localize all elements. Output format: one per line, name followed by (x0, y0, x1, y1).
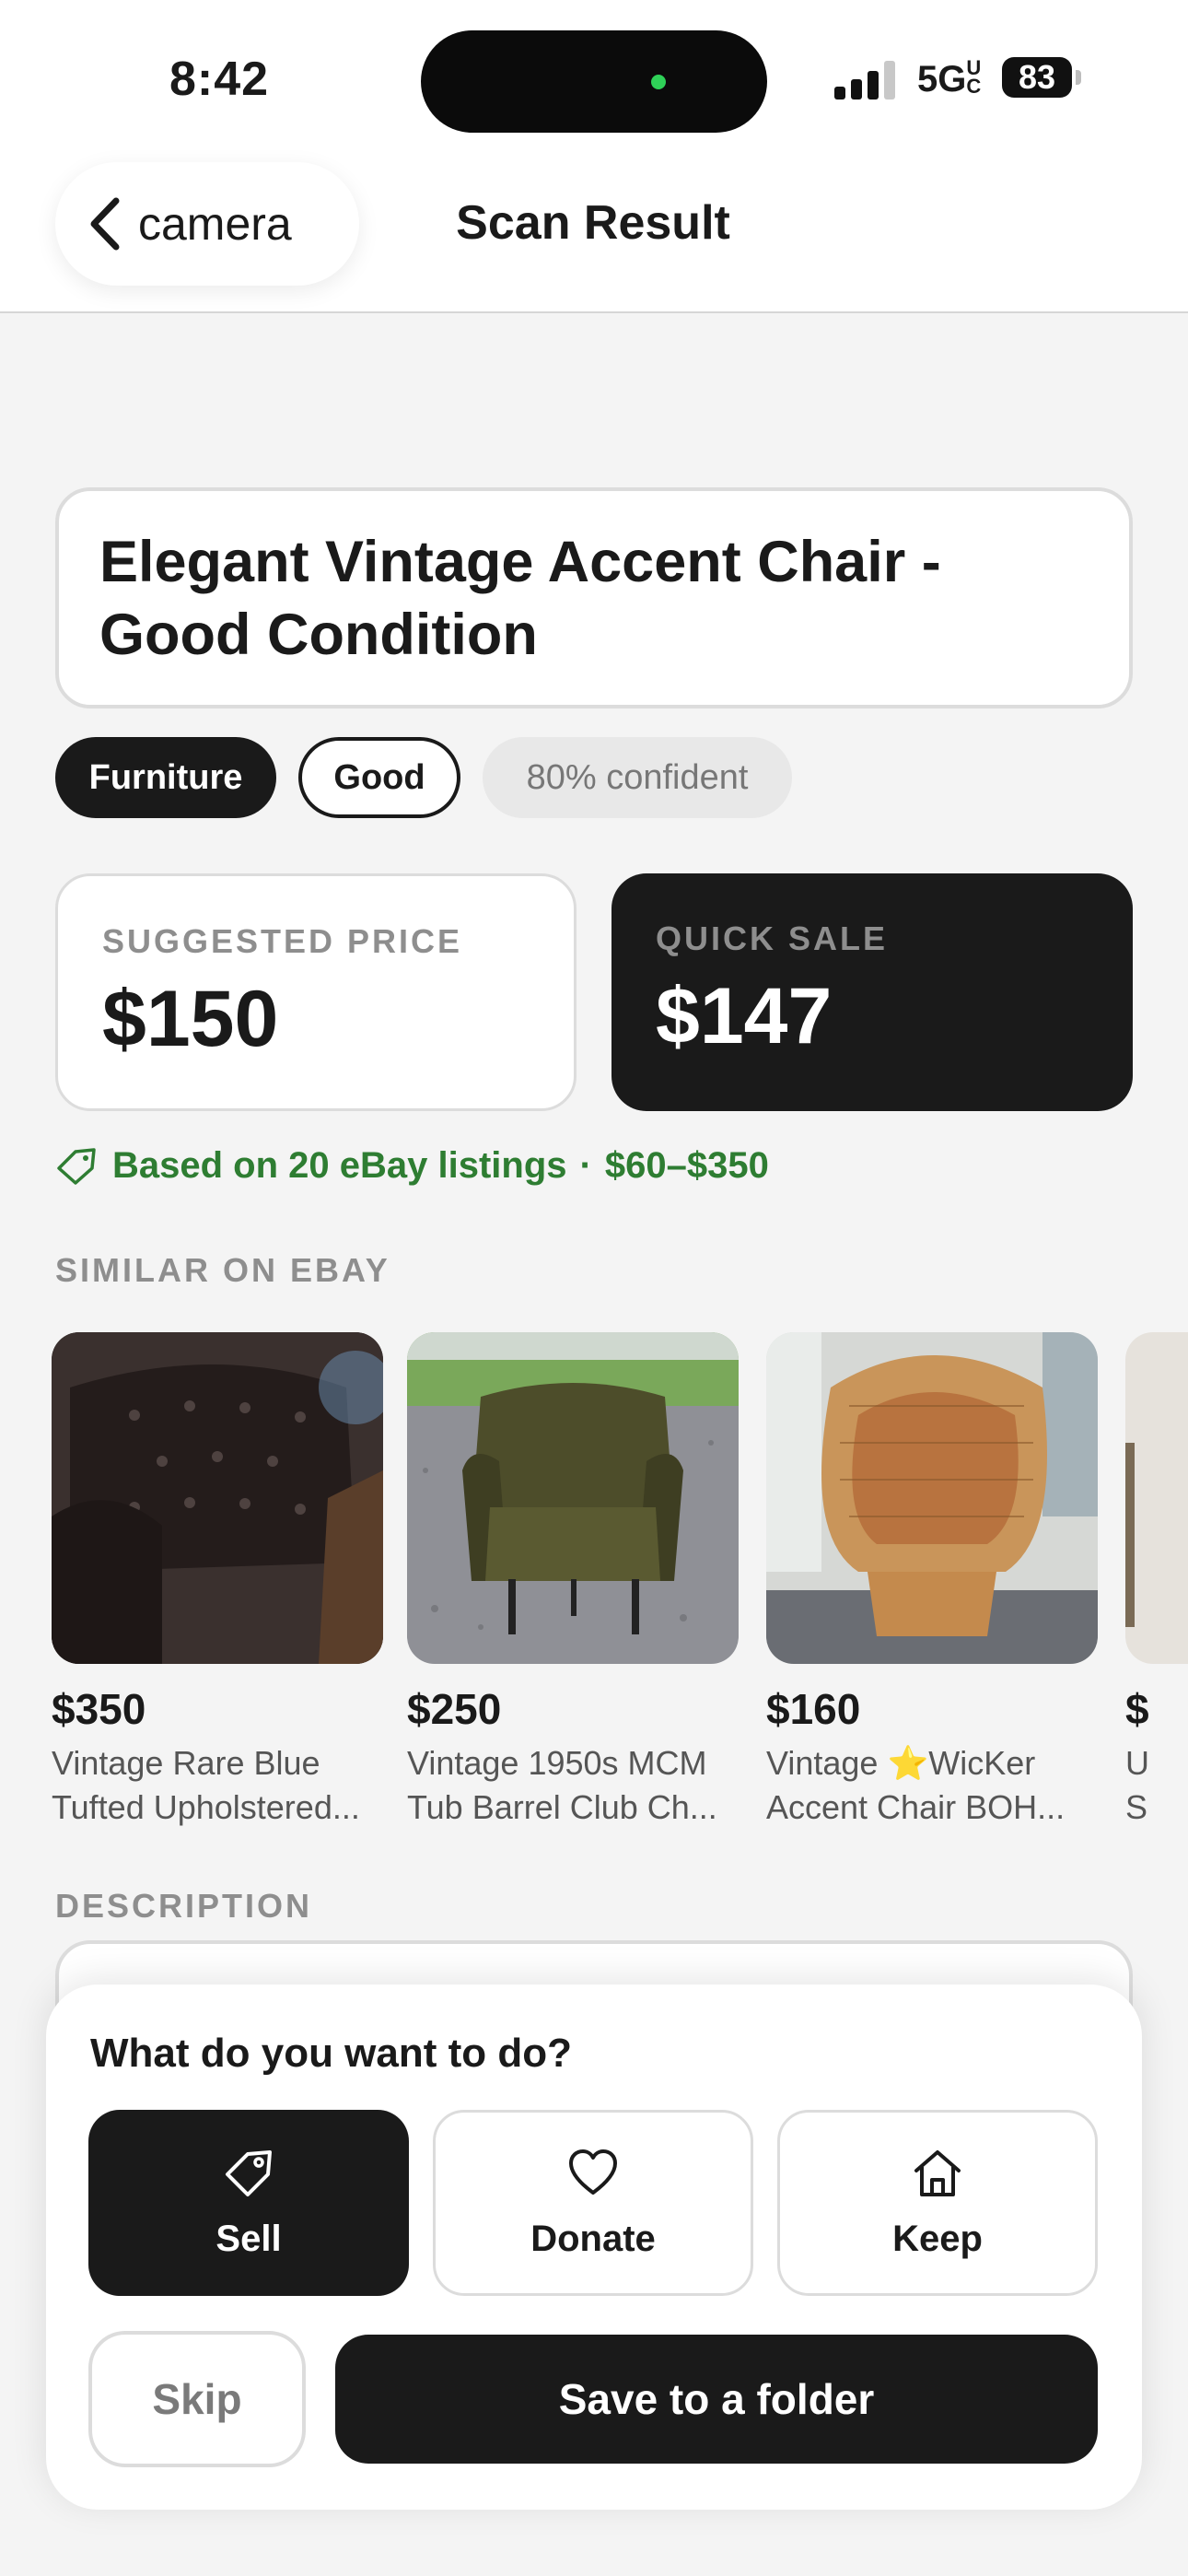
listing-title-line: S (1125, 1788, 1148, 1826)
listing-title-line: Vintage ⭐️WicKer (766, 1744, 1036, 1782)
save-to-folder-button[interactable]: Save to a folder (335, 2335, 1098, 2464)
sheet-title: What do you want to do? (90, 2031, 573, 2076)
status-time: 8:42 (169, 53, 270, 106)
listing-title-line: Tub Barrel Club Ch... (407, 1788, 717, 1826)
listing-image-wicker-chair (766, 1332, 1098, 1664)
listing-image-leather-wingback-chair (52, 1332, 383, 1664)
tag-icon (57, 1148, 96, 1185)
listing-card[interactable]: $ U S (1125, 1332, 1188, 1830)
confidence-badge: 80% confident (483, 737, 792, 818)
listing-card[interactable]: $350 Vintage Rare Blue Tufted Upholstere… (52, 1332, 383, 1830)
separator-dot: · (579, 1144, 592, 1186)
network-type: 5GUC (917, 56, 982, 100)
quick-sale-value: $147 (656, 972, 833, 1060)
status-bar: 8:42 5GUC 83 (0, 0, 1188, 147)
keep-button[interactable]: Keep (777, 2110, 1098, 2296)
listing-price: $250 (407, 1685, 502, 1733)
listing-price: $350 (52, 1685, 146, 1733)
listing-image-partial (1125, 1332, 1188, 1664)
page-title: Scan Result (456, 196, 730, 250)
heart-icon (569, 2149, 617, 2195)
battery-icon: 83 (1002, 57, 1072, 98)
listing-title-line: Vintage 1950s MCM (407, 1744, 707, 1782)
listing-title-line: U (1125, 1744, 1149, 1782)
ebay-pricing-info: Based on 20 eBay listings · $60–$350 (55, 1142, 769, 1188)
battery-cap (1076, 70, 1081, 85)
dynamic-island (421, 30, 767, 133)
item-title-card[interactable]: Elegant Vintage Accent Chair - Good Cond… (55, 487, 1133, 708)
skip-button[interactable]: Skip (88, 2331, 306, 2467)
quick-sale-card[interactable]: QUICK SALE $147 (611, 873, 1133, 1111)
nav-bar: camera Scan Result (0, 147, 1188, 313)
sell-button[interactable]: Sell (88, 2110, 409, 2296)
listing-price: $160 (766, 1685, 861, 1733)
listing-card[interactable]: $160 Vintage ⭐️WicKer Accent Chair BOH..… (766, 1332, 1098, 1830)
quick-sale-label: QUICK SALE (656, 919, 889, 957)
listing-title-line: Accent Chair BOH... (766, 1788, 1066, 1826)
listing-title-line: Vintage Rare Blue (52, 1744, 320, 1782)
similar-section-label: SIMILAR ON EBAY (55, 1251, 390, 1289)
keep-label: Keep (892, 2218, 983, 2259)
donate-label: Donate (530, 2218, 656, 2259)
tag-icon (226, 2149, 272, 2196)
sell-label: Sell (215, 2218, 282, 2259)
suggested-price-label: SUGGESTED PRICE (102, 922, 463, 960)
category-chip[interactable]: Furniture (55, 737, 276, 818)
ebay-basis: Based on 20 eBay listings (112, 1144, 567, 1186)
listing-image-olive-club-chair (407, 1332, 739, 1664)
condition-chip[interactable]: Good (298, 737, 460, 818)
suggested-price-value: $150 (102, 975, 279, 1063)
listing-price: $ (1125, 1685, 1149, 1733)
home-icon (914, 2149, 961, 2196)
listing-card[interactable]: $250 Vintage 1950s MCM Tub Barrel Club C… (407, 1332, 739, 1830)
similar-listings-carousel[interactable]: $350 Vintage Rare Blue Tufted Upholstere… (0, 1332, 1188, 1830)
description-section-label: DESCRIPTION (55, 1887, 313, 1925)
suggested-price-card[interactable]: SUGGESTED PRICE $150 (55, 873, 577, 1111)
listing-title-line: Tufted Upholstered... (52, 1788, 360, 1826)
signal-icon (834, 61, 899, 100)
item-title: Elegant Vintage Accent Chair - Good Cond… (99, 530, 941, 667)
action-sheet: What do you want to do? Sell Donate Keep… (46, 1985, 1142, 2510)
price-range: $60–$350 (604, 1144, 769, 1186)
camera-indicator-icon (651, 75, 666, 89)
donate-button[interactable]: Donate (433, 2110, 753, 2296)
